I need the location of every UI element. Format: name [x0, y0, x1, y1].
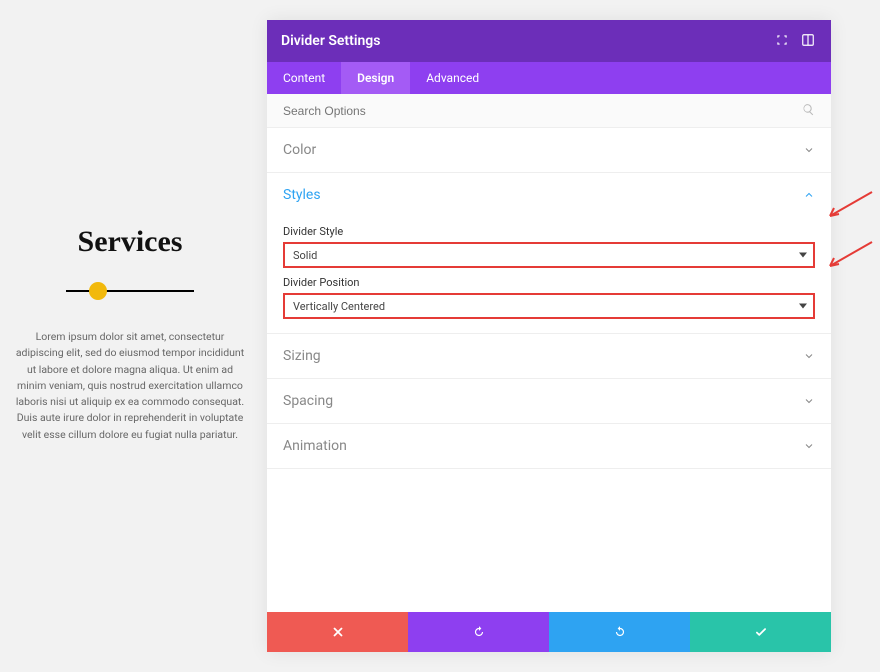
search-icon[interactable] [802, 101, 815, 120]
redo-icon [613, 625, 627, 639]
section-title: Styles [283, 187, 321, 203]
panel-layout-icon[interactable] [801, 32, 815, 51]
annotation-arrow-1 [824, 190, 874, 220]
settings-panel: Divider Settings Content Design Advanced… [267, 20, 831, 652]
caret-down-icon [799, 253, 807, 258]
search-row [267, 94, 831, 128]
chevron-down-icon [803, 395, 815, 407]
divider-style-select[interactable]: Solid [283, 242, 815, 268]
chevron-down-icon [803, 144, 815, 156]
section-sizing: Sizing [267, 334, 831, 379]
tab-advanced[interactable]: Advanced [410, 62, 495, 94]
expand-icon[interactable] [775, 32, 789, 51]
annotation-arrow-2 [824, 240, 874, 270]
divider-position-value: Vertically Centered [293, 300, 385, 313]
section-title: Spacing [283, 393, 333, 409]
panel-footer [267, 612, 831, 652]
divider-position-select[interactable]: Vertically Centered [283, 293, 815, 319]
caret-down-icon [799, 304, 807, 309]
search-input[interactable] [283, 104, 762, 118]
section-header-spacing[interactable]: Spacing [267, 379, 831, 423]
preview-divider-dot [89, 282, 107, 300]
section-header-styles[interactable]: Styles [267, 173, 831, 217]
preview-column: Services Lorem ipsum dolor sit amet, con… [0, 0, 260, 672]
tab-design[interactable]: Design [341, 62, 410, 94]
preview-title: Services [78, 225, 183, 259]
section-header-color[interactable]: Color [267, 128, 831, 172]
panel-header: Divider Settings [267, 20, 831, 62]
section-animation: Animation [267, 424, 831, 469]
redo-button[interactable] [549, 612, 690, 652]
header-icons [775, 32, 815, 51]
section-title: Animation [283, 438, 347, 454]
section-header-animation[interactable]: Animation [267, 424, 831, 468]
divider-position-label: Divider Position [283, 276, 815, 289]
section-title: Color [283, 142, 316, 158]
preview-divider [66, 281, 194, 301]
divider-style-value: Solid [293, 249, 317, 262]
tabs: Content Design Advanced [267, 62, 831, 94]
section-styles-body: Divider Style Solid Divider Position Ver… [267, 225, 831, 333]
save-button[interactable] [690, 612, 831, 652]
chevron-up-icon [803, 189, 815, 201]
chevron-down-icon [803, 440, 815, 452]
undo-button[interactable] [408, 612, 549, 652]
chevron-down-icon [803, 350, 815, 362]
section-title: Sizing [283, 348, 321, 364]
undo-icon [472, 625, 486, 639]
panel-body: Color Styles Divider Style Solid Divider… [267, 128, 831, 612]
cancel-button[interactable] [267, 612, 408, 652]
preview-divider-line [66, 290, 194, 292]
section-color: Color [267, 128, 831, 173]
check-icon [754, 625, 768, 639]
close-icon [331, 625, 345, 639]
section-spacing: Spacing [267, 379, 831, 424]
section-header-sizing[interactable]: Sizing [267, 334, 831, 378]
panel-title: Divider Settings [281, 33, 380, 49]
tab-content[interactable]: Content [267, 62, 341, 94]
section-styles: Styles Divider Style Solid Divider Posit… [267, 173, 831, 334]
preview-body-text: Lorem ipsum dolor sit amet, consectetur … [13, 329, 248, 443]
divider-style-label: Divider Style [283, 225, 815, 238]
